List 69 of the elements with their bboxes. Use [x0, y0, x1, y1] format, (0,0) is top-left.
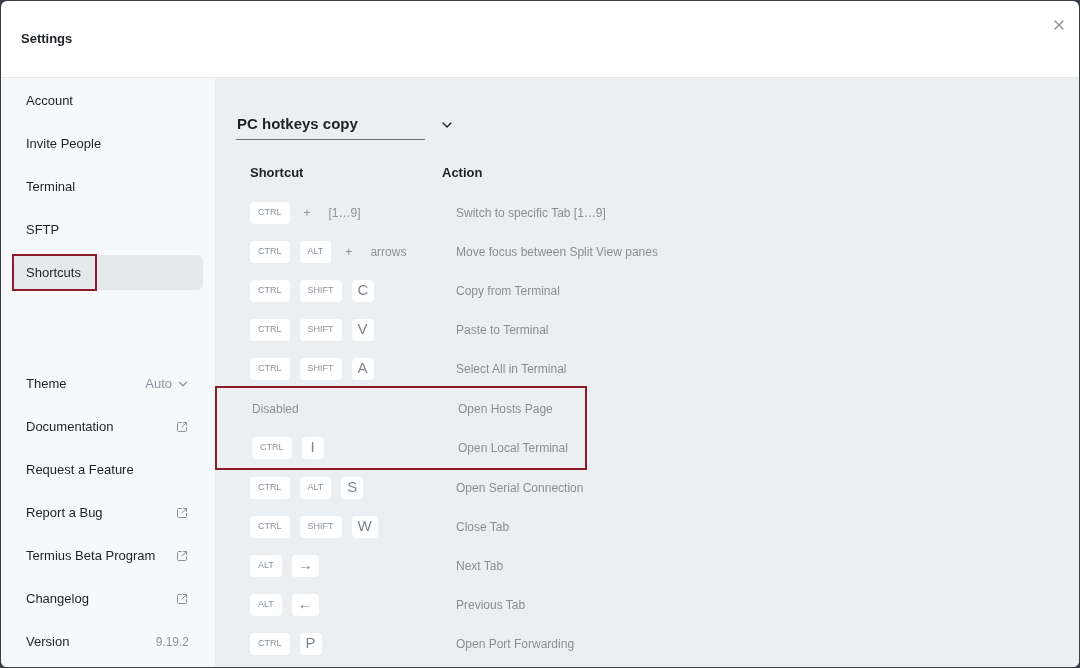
modifier-key: CTRL — [252, 436, 292, 459]
key: W — [351, 515, 378, 538]
modifier-key: ALT — [250, 554, 282, 577]
sidebar-link[interactable]: Theme — [26, 373, 67, 394]
disabled-label: Disabled — [252, 400, 299, 418]
sidebar-item[interactable]: Shortcuts — [13, 255, 203, 290]
sidebar-link[interactable]: Version — [26, 631, 70, 652]
action-label: Copy from Terminal — [456, 282, 560, 300]
modifier-key: SHIFT — [299, 515, 342, 538]
keymap-select[interactable]: PC hotkeys copy — [236, 110, 425, 140]
modifier-key: CTRL — [250, 357, 290, 380]
modifier-key: CTRL — [250, 201, 290, 224]
shortcut-text: + — [344, 243, 354, 261]
action-label: Switch to specific Tab [1…9] — [456, 204, 606, 222]
column-header: Shortcut — [249, 164, 305, 183]
shortcut-text: arrows — [369, 243, 408, 261]
shortcut-text: + — [302, 204, 312, 222]
highlight-frame: Invite People — [13, 126, 117, 161]
action-label: Move focus between Split View panes — [456, 243, 658, 261]
modifier-key: CTRL — [250, 476, 290, 499]
action-label: Previous Tab — [456, 596, 526, 614]
highlight-frame: Shortcuts — [13, 255, 96, 290]
key: A — [351, 357, 374, 380]
action-label: Open Serial Connection — [456, 479, 584, 497]
external-link-icon — [176, 420, 188, 433]
sidebar-item[interactable]: Account — [13, 83, 203, 118]
sidebar-link[interactable]: Request a Feature — [26, 459, 134, 480]
action-label: Paste to Terminal — [456, 321, 549, 339]
sidebar-link[interactable]: Report a Bug — [26, 502, 103, 523]
window-title: Settings — [21, 30, 73, 49]
key: C — [351, 279, 375, 302]
highlight-frame: Account — [13, 83, 88, 118]
version-number: 9.19.2 — [155, 633, 189, 651]
action-label: Open Local Terminal — [458, 439, 568, 457]
sidebar-link[interactable]: Documentation — [26, 416, 114, 437]
modifier-key: CTRL — [250, 240, 290, 263]
key: I — [301, 436, 324, 459]
key: ← — [291, 593, 319, 616]
modifier-key: CTRL — [250, 318, 290, 341]
highlight-frame: SFTP — [13, 212, 75, 247]
action-label: Next Tab — [456, 557, 504, 575]
key: S — [341, 476, 364, 499]
external-link-icon — [176, 506, 188, 519]
key: V — [351, 318, 374, 341]
modifier-key: CTRL — [250, 632, 290, 655]
external-link-icon — [176, 592, 188, 605]
column-header: Action — [442, 164, 483, 183]
action-label: Close Tab — [456, 518, 510, 536]
external-link-icon — [176, 549, 188, 562]
modifier-key: ALT — [250, 593, 282, 616]
sidebar-link[interactable]: Termius Beta Program — [26, 545, 156, 566]
highlight-frame: Terminal — [13, 169, 91, 204]
modifier-key: SHIFT — [299, 279, 342, 302]
sidebar-item[interactable]: SFTP — [13, 212, 203, 247]
sidebar-item[interactable]: Invite People — [13, 126, 203, 161]
sidebar-item[interactable]: Terminal — [13, 169, 203, 204]
sidebar-link[interactable]: Changelog — [26, 588, 89, 609]
action-label: Select All in Terminal — [456, 360, 567, 378]
action-label: Open Hosts Page — [458, 400, 553, 418]
key: P — [299, 632, 322, 655]
modifier-key: CTRL — [250, 515, 290, 538]
shortcut-text: [1…9] — [327, 204, 362, 222]
action-label: Open Port Forwarding — [456, 635, 575, 653]
modifier-key: ALT — [299, 476, 332, 499]
key: → — [291, 554, 319, 577]
modifier-key: SHIFT — [299, 318, 342, 341]
modifier-key: ALT — [299, 240, 332, 263]
modifier-key: CTRL — [250, 279, 290, 302]
modifier-key: SHIFT — [299, 357, 342, 380]
